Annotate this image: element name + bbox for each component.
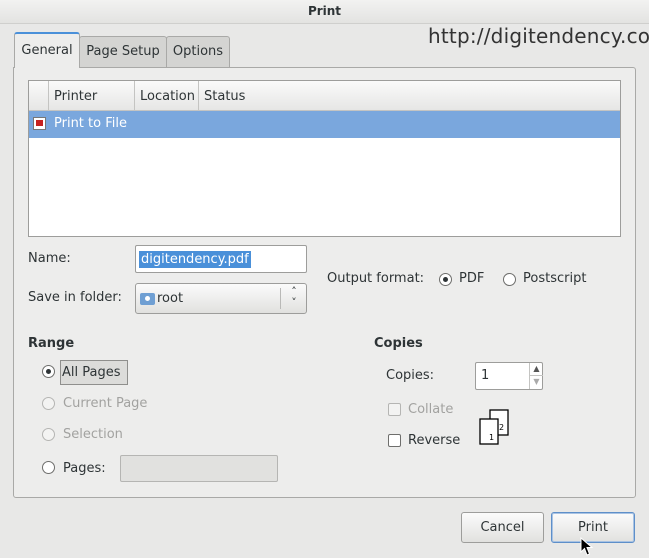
window-title: Print xyxy=(307,4,342,18)
cancel-button[interactable]: Cancel xyxy=(461,512,544,543)
name-label: Name: xyxy=(28,251,71,266)
copies-label: Copies: xyxy=(386,368,435,383)
mouse-pointer-icon xyxy=(580,537,594,556)
tab-general[interactable]: General xyxy=(14,32,80,68)
copies-heading: Copies xyxy=(374,336,423,351)
file-name-value: digitendency.pdf xyxy=(139,251,251,268)
save-in-folder-label: Save in folder: xyxy=(28,290,122,305)
range-all-pages-label: All Pages xyxy=(62,365,121,380)
output-format-label: Output format: xyxy=(327,271,425,286)
folder-icon xyxy=(140,293,155,305)
range-selection-radio[interactable] xyxy=(42,428,55,441)
file-name-input[interactable]: digitendency.pdf xyxy=(135,245,307,273)
range-pages-radio[interactable] xyxy=(42,461,55,474)
format-postscript-radio[interactable] xyxy=(503,273,516,286)
stepper-buttons[interactable]: ▲ ▼ xyxy=(529,363,543,389)
collate-preview-icon: 2 1 xyxy=(479,409,509,445)
copies-stepper[interactable]: 1 ▲ ▼ xyxy=(475,362,543,390)
watermark: http://digitendency.com xyxy=(428,24,649,48)
range-current-page-radio[interactable] xyxy=(42,397,55,410)
printer-name: Print to File xyxy=(54,116,127,131)
folder-value: root xyxy=(157,291,184,306)
column-printer[interactable]: Printer xyxy=(48,81,134,111)
increment-icon[interactable]: ▲ xyxy=(530,363,543,375)
printer-row-print-to-file[interactable]: Print to File xyxy=(29,111,620,138)
tab-page-setup[interactable]: Page Setup xyxy=(79,36,167,67)
pages-input[interactable] xyxy=(120,455,278,482)
collate-page-2: 2 xyxy=(499,423,504,432)
reverse-checkbox[interactable] xyxy=(388,434,401,447)
column-location[interactable]: Location xyxy=(134,81,198,111)
format-pdf-radio[interactable] xyxy=(439,273,452,286)
column-status[interactable]: Status xyxy=(198,81,298,111)
tab-options[interactable]: Options xyxy=(166,36,230,67)
copies-value: 1 xyxy=(481,368,490,383)
range-pages-label: Pages: xyxy=(63,461,106,476)
chevron-up-down-icon: ˄ ˅ xyxy=(291,285,297,309)
reverse-label: Reverse xyxy=(408,433,461,448)
range-heading: Range xyxy=(28,336,75,351)
print-to-file-icon xyxy=(33,117,46,130)
folder-chooser-separator xyxy=(280,288,281,309)
folder-chooser-button[interactable]: root ˄ ˅ xyxy=(135,283,307,314)
format-postscript-label: Postscript xyxy=(523,271,587,286)
collate-checkbox[interactable] xyxy=(388,403,401,416)
printer-list-header: Printer Location Status xyxy=(29,81,620,111)
decrement-icon[interactable]: ▼ xyxy=(530,375,543,388)
collate-page-1: 1 xyxy=(489,433,494,442)
range-selection-label: Selection xyxy=(63,427,123,442)
printer-list[interactable]: Printer Location Status Print to File xyxy=(28,80,621,237)
range-all-pages-radio[interactable] xyxy=(42,365,55,378)
range-current-page-label: Current Page xyxy=(63,396,148,411)
collate-label: Collate xyxy=(408,402,454,417)
title-bar: Print xyxy=(0,0,649,24)
format-pdf-label: PDF xyxy=(459,271,485,286)
